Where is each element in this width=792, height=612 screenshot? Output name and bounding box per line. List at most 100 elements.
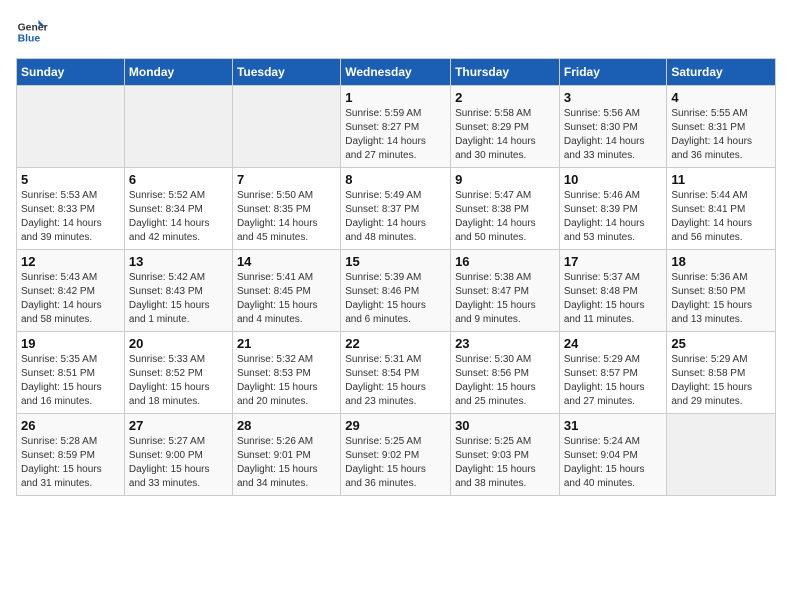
calendar-cell: 3 Sunrise: 5:56 AM Sunset: 8:30 PM Daylig…	[559, 86, 667, 168]
day-info: Sunrise: 5:53 AM Sunset: 8:33 PM Dayligh…	[21, 189, 120, 245]
calendar-cell: 12 Sunrise: 5:43 AM Sunset: 8:42 PM Dayli…	[17, 250, 125, 332]
day-info: Sunrise: 5:25 AM Sunset: 9:03 PM Dayligh…	[455, 435, 555, 491]
day-info: Sunrise: 5:42 AM Sunset: 8:43 PM Dayligh…	[129, 271, 228, 327]
calendar-cell: 31 Sunrise: 5:24 AM Sunset: 9:04 PM Dayli…	[559, 414, 667, 496]
calendar-cell: 6Sunrise: 5:52 AM Sunset: 8:34 PM Daylig…	[124, 168, 232, 250]
day-info: Sunrise: 5:33 AM Sunset: 8:52 PM Dayligh…	[129, 353, 228, 409]
day-number: 25	[671, 336, 771, 351]
weekday-header-tuesday: Tuesday	[232, 59, 340, 86]
calendar-cell: 17 Sunrise: 5:37 AM Sunset: 8:48 PM Dayli…	[559, 250, 667, 332]
weekday-header-thursday: Thursday	[451, 59, 560, 86]
day-number: 10	[564, 172, 663, 187]
day-number: 30	[455, 418, 555, 433]
calendar-cell: 18 Sunrise: 5:36 AM Sunset: 8:50 PM Dayli…	[667, 250, 776, 332]
day-info: Sunrise: 5:46 AM Sunset: 8:39 PM Dayligh…	[564, 189, 663, 245]
calendar-cell: 20 Sunrise: 5:33 AM Sunset: 8:52 PM Dayli…	[124, 332, 232, 414]
logo-icon: General Blue	[16, 16, 48, 48]
day-info: Sunrise: 5:36 AM Sunset: 8:50 PM Dayligh…	[671, 271, 771, 327]
day-info: Sunrise: 5:52 AM Sunset: 8:34 PM Dayligh…	[129, 189, 228, 245]
calendar-cell: 5 Sunrise: 5:53 AM Sunset: 8:33 PM Daylig…	[17, 168, 125, 250]
day-info: Sunrise: 5:55 AM Sunset: 8:31 PM Dayligh…	[671, 107, 771, 163]
day-number: 26	[21, 418, 120, 433]
day-number: 1	[345, 90, 446, 105]
day-info: Sunrise: 5:27 AM Sunset: 9:00 PM Dayligh…	[129, 435, 228, 491]
weekday-header-saturday: Saturday	[667, 59, 776, 86]
weekday-header-wednesday: Wednesday	[341, 59, 451, 86]
day-info: Sunrise: 5:28 AM Sunset: 8:59 PM Dayligh…	[21, 435, 120, 491]
day-info: Sunrise: 5:25 AM Sunset: 9:02 PM Dayligh…	[345, 435, 446, 491]
day-number: 24	[564, 336, 663, 351]
weekday-header-monday: Monday	[124, 59, 232, 86]
calendar-cell: 25Sunrise: 5:29 AM Sunset: 8:58 PM Dayli…	[667, 332, 776, 414]
calendar-week-row: 26 Sunrise: 5:28 AM Sunset: 8:59 PM Dayli…	[17, 414, 776, 496]
day-number: 9	[455, 172, 555, 187]
calendar-cell: 23 Sunrise: 5:30 AM Sunset: 8:56 PM Dayli…	[451, 332, 560, 414]
day-info: Sunrise: 5:32 AM Sunset: 8:53 PM Dayligh…	[237, 353, 336, 409]
day-info: Sunrise: 5:35 AM Sunset: 8:51 PM Dayligh…	[21, 353, 120, 409]
calendar-week-row: 1 Sunrise: 5:59 AM Sunset: 8:27 PM Daylig…	[17, 86, 776, 168]
day-number: 8	[345, 172, 446, 187]
calendar-table: SundayMondayTuesdayWednesdayThursdayFrid…	[16, 58, 776, 496]
day-number: 7	[237, 172, 336, 187]
svg-text:General: General	[18, 22, 48, 33]
day-number: 23	[455, 336, 555, 351]
day-info: Sunrise: 5:59 AM Sunset: 8:27 PM Dayligh…	[345, 107, 446, 163]
day-info: Sunrise: 5:30 AM Sunset: 8:56 PM Dayligh…	[455, 353, 555, 409]
day-number: 28	[237, 418, 336, 433]
calendar-cell: 2 Sunrise: 5:58 AM Sunset: 8:29 PM Daylig…	[451, 86, 560, 168]
day-number: 16	[455, 254, 555, 269]
day-info: Sunrise: 5:56 AM Sunset: 8:30 PM Dayligh…	[564, 107, 663, 163]
day-info: Sunrise: 5:26 AM Sunset: 9:01 PM Dayligh…	[237, 435, 336, 491]
day-info: Sunrise: 5:58 AM Sunset: 8:29 PM Dayligh…	[455, 107, 555, 163]
day-number: 22	[345, 336, 446, 351]
calendar-cell: 4 Sunrise: 5:55 AM Sunset: 8:31 PM Daylig…	[667, 86, 776, 168]
calendar-week-row: 12 Sunrise: 5:43 AM Sunset: 8:42 PM Dayli…	[17, 250, 776, 332]
day-info: Sunrise: 5:39 AM Sunset: 8:46 PM Dayligh…	[345, 271, 446, 327]
day-info: Sunrise: 5:49 AM Sunset: 8:37 PM Dayligh…	[345, 189, 446, 245]
day-number: 15	[345, 254, 446, 269]
day-number: 20	[129, 336, 228, 351]
calendar-cell: 9 Sunrise: 5:47 AM Sunset: 8:38 PM Daylig…	[451, 168, 560, 250]
calendar-cell: 28 Sunrise: 5:26 AM Sunset: 9:01 PM Dayli…	[232, 414, 340, 496]
day-info: Sunrise: 5:29 AM Sunset: 8:57 PM Dayligh…	[564, 353, 663, 409]
calendar-cell: 30 Sunrise: 5:25 AM Sunset: 9:03 PM Dayli…	[451, 414, 560, 496]
calendar-cell: 7 Sunrise: 5:50 AM Sunset: 8:35 PM Daylig…	[232, 168, 340, 250]
calendar-cell: 1 Sunrise: 5:59 AM Sunset: 8:27 PM Daylig…	[341, 86, 451, 168]
calendar-week-row: 5 Sunrise: 5:53 AM Sunset: 8:33 PM Daylig…	[17, 168, 776, 250]
calendar-cell	[124, 86, 232, 168]
calendar-cell: 10 Sunrise: 5:46 AM Sunset: 8:39 PM Dayli…	[559, 168, 667, 250]
day-number: 19	[21, 336, 120, 351]
logo: General Blue	[16, 16, 48, 48]
day-info: Sunrise: 5:37 AM Sunset: 8:48 PM Dayligh…	[564, 271, 663, 327]
day-number: 3	[564, 90, 663, 105]
day-number: 14	[237, 254, 336, 269]
day-info: Sunrise: 5:50 AM Sunset: 8:35 PM Dayligh…	[237, 189, 336, 245]
calendar-cell: 8 Sunrise: 5:49 AM Sunset: 8:37 PM Daylig…	[341, 168, 451, 250]
day-number: 2	[455, 90, 555, 105]
calendar-cell: 13Sunrise: 5:42 AM Sunset: 8:43 PM Dayli…	[124, 250, 232, 332]
day-number: 27	[129, 418, 228, 433]
day-info: Sunrise: 5:47 AM Sunset: 8:38 PM Dayligh…	[455, 189, 555, 245]
day-number: 18	[671, 254, 771, 269]
calendar-cell: 22 Sunrise: 5:31 AM Sunset: 8:54 PM Dayli…	[341, 332, 451, 414]
day-info: Sunrise: 5:24 AM Sunset: 9:04 PM Dayligh…	[564, 435, 663, 491]
day-info: Sunrise: 5:41 AM Sunset: 8:45 PM Dayligh…	[237, 271, 336, 327]
calendar-cell: 11Sunrise: 5:44 AM Sunset: 8:41 PM Dayli…	[667, 168, 776, 250]
day-info: Sunrise: 5:31 AM Sunset: 8:54 PM Dayligh…	[345, 353, 446, 409]
calendar-cell	[667, 414, 776, 496]
day-number: 31	[564, 418, 663, 433]
day-number: 21	[237, 336, 336, 351]
day-number: 12	[21, 254, 120, 269]
calendar-cell	[232, 86, 340, 168]
calendar-cell: 29Sunrise: 5:25 AM Sunset: 9:02 PM Dayli…	[341, 414, 451, 496]
calendar-cell: 15 Sunrise: 5:39 AM Sunset: 8:46 PM Dayli…	[341, 250, 451, 332]
day-info: Sunrise: 5:43 AM Sunset: 8:42 PM Dayligh…	[21, 271, 120, 327]
day-number: 4	[671, 90, 771, 105]
calendar-body: 1 Sunrise: 5:59 AM Sunset: 8:27 PM Daylig…	[17, 86, 776, 496]
day-number: 17	[564, 254, 663, 269]
day-number: 5	[21, 172, 120, 187]
header: General Blue	[16, 16, 776, 48]
weekday-header-sunday: Sunday	[17, 59, 125, 86]
calendar-cell: 24 Sunrise: 5:29 AM Sunset: 8:57 PM Dayli…	[559, 332, 667, 414]
weekday-header-friday: Friday	[559, 59, 667, 86]
